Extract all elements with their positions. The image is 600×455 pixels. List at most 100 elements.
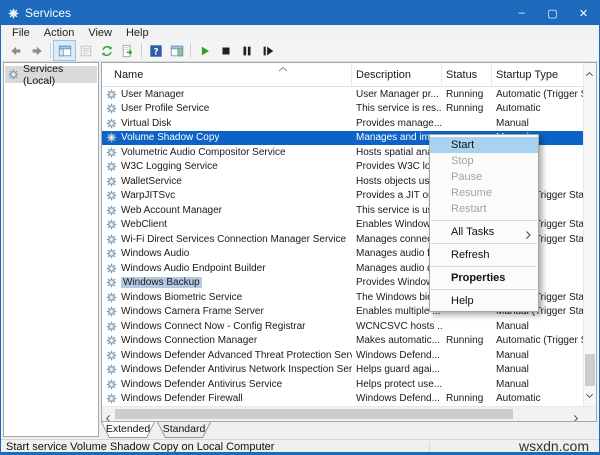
scroll-up-icon[interactable]	[585, 65, 594, 83]
context-menu-item-start[interactable]: Start	[430, 137, 538, 153]
service-startup-type: Manual	[496, 117, 529, 129]
tab-extended[interactable]: Extended	[101, 422, 155, 438]
submenu-arrow-icon	[526, 228, 531, 244]
context-menu-item-pause: Pause	[451, 171, 483, 183]
watermark: wsxdn.com	[518, 438, 589, 454]
context-menu: Start Stop Pause Resume Restart All Tasks Refr…	[429, 134, 539, 312]
toolbar-separator	[190, 43, 191, 58]
menubar-item-file[interactable]: File	[5, 27, 37, 39]
tree-item-services-local[interactable]: Services (Local)	[5, 63, 97, 87]
refresh-icon[interactable]	[96, 41, 117, 60]
column-header-status[interactable]: Status	[442, 63, 492, 86]
help-icon[interactable]: ?	[145, 41, 166, 60]
service-status: Running	[446, 335, 484, 347]
context-menu-item-stop: Stop	[451, 155, 474, 167]
scroll-down-icon[interactable]	[585, 387, 594, 405]
tree-item-label: Services (Local)	[23, 62, 64, 87]
service-row[interactable]: Virtual Disk Provides manage... Manual	[102, 116, 584, 131]
service-name: Virtual Disk	[121, 117, 172, 129]
service-name-cell: Windows Defender Antivirus Service	[102, 377, 352, 392]
service-name: Volume Shadow Copy	[121, 132, 220, 144]
service-name-cell: WarpJITSvc	[102, 189, 352, 204]
service-name: User Manager	[121, 88, 185, 100]
service-name: User Profile Service	[121, 103, 210, 115]
services-window: Services – ▢ ✕ File Action View Help ? Serv…	[0, 0, 600, 455]
tab-standard[interactable]: Standard	[157, 422, 211, 438]
service-name: Windows Defender Antivirus Service	[121, 378, 283, 390]
service-gear-icon	[106, 132, 117, 143]
svg-text:?: ?	[153, 47, 158, 57]
service-name-cell: Windows Connection Manager	[102, 334, 352, 349]
service-row[interactable]: Windows Defender Antivirus Network Inspe…	[102, 363, 584, 378]
service-status: Running	[446, 88, 484, 100]
horizontal-scrollbar[interactable]	[102, 406, 596, 421]
service-gear-icon	[106, 234, 117, 245]
service-name: Wi-Fi Direct Services Connection Manager…	[121, 233, 347, 245]
close-button[interactable]: ✕	[568, 1, 599, 25]
service-gear-icon	[106, 118, 117, 129]
toolbar-separator	[50, 43, 51, 58]
service-row[interactable]: User Profile Service This service is res.…	[102, 102, 584, 117]
service-name: WebClient	[121, 219, 167, 231]
service-gear-icon	[106, 321, 117, 332]
column-header-description[interactable]: Description	[352, 63, 442, 86]
service-row[interactable]: Windows Defender Firewall Windows Defend.…	[102, 392, 584, 407]
service-row[interactable]: Windows Connection Manager Makes automati…	[102, 334, 584, 349]
service-row[interactable]: User Manager User Manager pr... Running Aut…	[102, 87, 584, 102]
service-startup-type: Automatic (Trigger Start)	[496, 335, 584, 347]
restart-service-icon[interactable]	[257, 41, 278, 60]
statusbar: Start service Volume Shadow Copy on Loca…	[1, 438, 599, 454]
service-name-cell: Windows Defender Antivirus Network Inspe…	[102, 363, 352, 378]
service-name-cell: Windows Defender Firewall	[102, 392, 352, 407]
service-gear-icon	[106, 393, 117, 404]
start-service-icon[interactable]	[194, 41, 215, 60]
service-gear-icon	[106, 335, 117, 346]
service-name: Windows Camera Frame Server	[121, 306, 264, 318]
list-header: Name Description Status Startup Type	[102, 63, 584, 87]
minimize-button[interactable]: –	[506, 1, 537, 25]
pause-service-icon[interactable]	[236, 41, 257, 60]
context-menu-item-refresh[interactable]: Refresh	[430, 247, 538, 263]
service-row[interactable]: Windows Defender Advanced Threat Protect…	[102, 348, 584, 363]
stop-service-icon[interactable]	[215, 41, 236, 60]
service-name-cell: Volumetric Audio Compositor Service	[102, 145, 352, 160]
service-gear-icon	[106, 205, 117, 216]
export-list-icon[interactable]	[117, 41, 138, 60]
horizontal-scroll-thumb[interactable]	[115, 409, 513, 419]
service-gear-icon	[106, 277, 117, 288]
column-header-name[interactable]: Name	[102, 63, 352, 86]
service-row[interactable]: Windows Defender Antivirus Service Helps …	[102, 377, 584, 392]
context-menu-item-all-tasks[interactable]: All Tasks	[430, 224, 538, 240]
view-tabs: Extended Standard	[101, 422, 597, 439]
service-row[interactable]: Windows Connect Now - Config Registrar WC…	[102, 319, 584, 334]
service-name: Volumetric Audio Compositor Service	[121, 146, 286, 158]
service-name-cell: Virtual Disk	[102, 116, 352, 131]
menubar-item-action[interactable]: Action	[37, 27, 82, 39]
window-title: Services	[25, 6, 72, 20]
scroll-right-icon[interactable]	[572, 410, 580, 421]
show-action-pane-icon[interactable]	[166, 41, 187, 60]
context-menu-item-properties[interactable]: Properties	[430, 270, 538, 286]
service-startup-type: Manual	[496, 320, 529, 332]
forward-icon[interactable]	[26, 41, 47, 60]
menubar-item-help[interactable]: Help	[119, 27, 156, 39]
context-menu-item-help[interactable]: Help	[430, 293, 538, 309]
service-status: Running	[446, 103, 484, 115]
menubar-item-view[interactable]: View	[81, 27, 119, 39]
vertical-scrollbar[interactable]	[583, 63, 596, 407]
column-header-startup-type[interactable]: Startup Type	[492, 63, 584, 86]
scroll-left-icon[interactable]	[104, 410, 112, 421]
service-gear-icon	[106, 190, 117, 201]
service-startup-type: Manual	[496, 378, 529, 390]
service-description: Windows Defend...	[356, 349, 440, 361]
service-name-cell: Windows Connect Now - Config Registrar	[102, 319, 352, 334]
service-startup-type: Automatic	[496, 103, 541, 115]
toolbar: ?	[1, 40, 599, 62]
show-console-tree-icon[interactable]	[53, 40, 76, 61]
service-startup-type: Manual	[496, 349, 529, 361]
maximize-button[interactable]: ▢	[537, 1, 568, 25]
vertical-scroll-thumb[interactable]	[585, 354, 595, 386]
menubar: File Action View Help	[1, 25, 599, 40]
sort-ascending-icon	[278, 63, 288, 75]
back-icon[interactable]	[5, 41, 26, 60]
